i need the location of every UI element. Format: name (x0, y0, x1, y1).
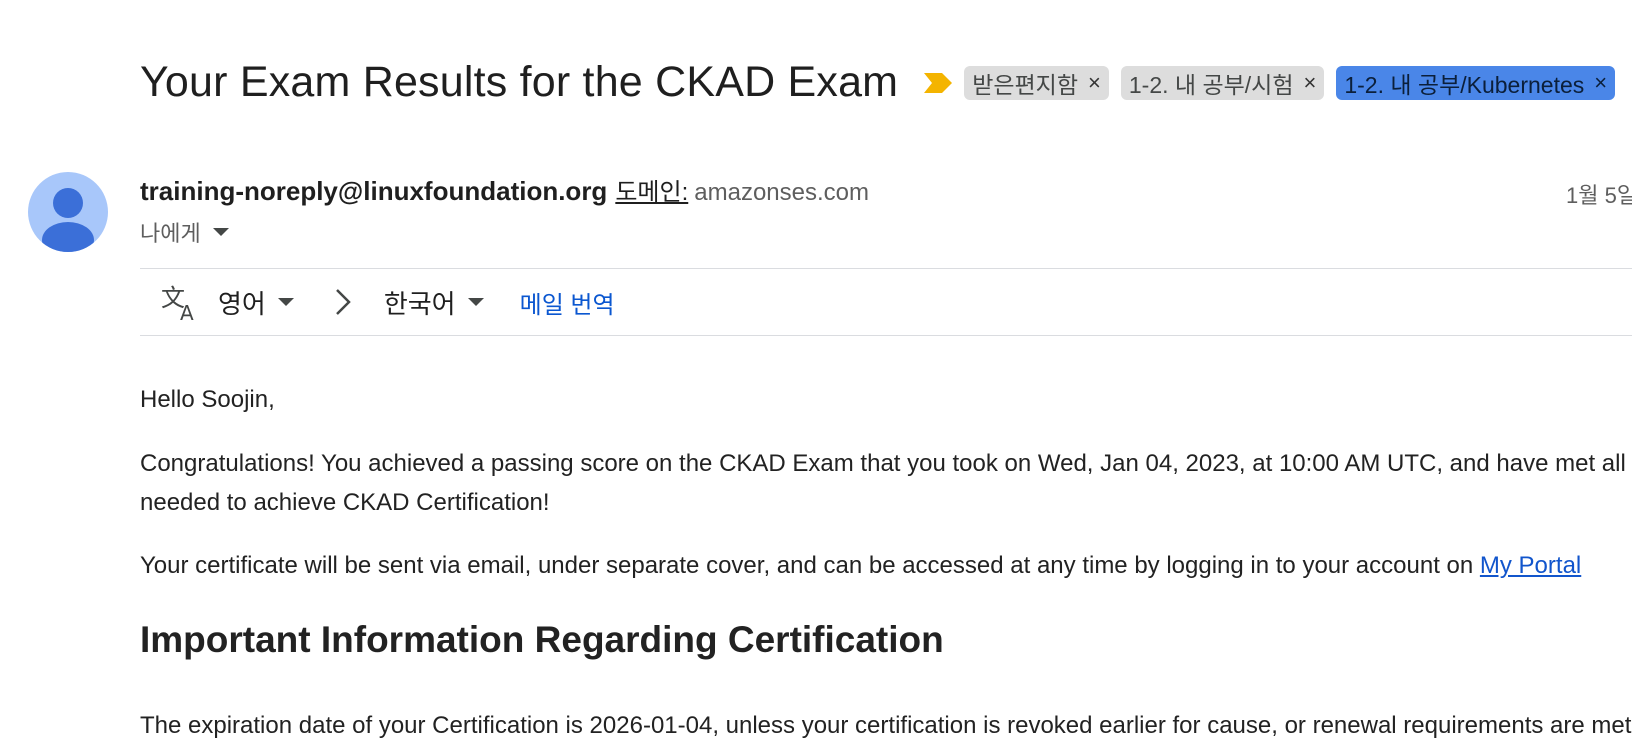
label-text: 1-2. 내 공부/시험 (1128, 71, 1294, 98)
label-chip-kubernetes[interactable]: 1-2. 내 공부/Kubernetes × (1336, 65, 1616, 100)
subject-row: Your Exam Results for the CKAD Exam 받은편지… (140, 58, 1616, 107)
chevron-down-icon (277, 298, 294, 306)
via-domain-label[interactable]: 도메인: (615, 172, 688, 207)
chevron-down-icon (467, 298, 484, 306)
chevron-right-icon (335, 289, 351, 315)
svg-text:A: A (180, 301, 194, 322)
my-portal-link[interactable]: My Portal (1480, 552, 1581, 579)
email-view: Your Exam Results for the CKAD Exam 받은편지… (0, 0, 1632, 754)
congrats-line-1: Congratulations! You achieved a passing … (140, 450, 1632, 477)
translate-message-button[interactable]: 메일 번역 (520, 285, 615, 320)
target-language-select[interactable]: 한국어 (384, 284, 484, 321)
label-text: 받은편지함 (972, 71, 1079, 98)
person-icon (42, 188, 94, 252)
label-chip-inbox[interactable]: 받은편지함 × (964, 65, 1109, 100)
recipient-details-toggle[interactable]: 나에게 (140, 216, 229, 248)
translate-bar: 文 A 영어 한국어 메일 번역 (140, 268, 1632, 336)
translate-icon: 文 A (161, 284, 194, 322)
chevron-down-icon (212, 228, 229, 236)
source-language-select[interactable]: 영어 (218, 284, 294, 321)
sender-email[interactable]: training-noreply@linuxfoundation.org (140, 176, 607, 207)
target-language-label: 한국어 (383, 288, 456, 319)
email-date: 1월 5일 (1566, 183, 1632, 208)
certificate-text: Your certificate will be sent via email,… (140, 552, 1480, 579)
label-text: 1-2. 내 공부/Kubernetes (1344, 71, 1585, 98)
sender-avatar[interactable] (28, 172, 108, 252)
via-domain: amazonses.com (694, 179, 869, 206)
certificate-paragraph: Your certificate will be sent via email,… (140, 546, 1581, 585)
expiration-paragraph: The expiration date of your Certificatio… (140, 712, 1632, 739)
source-language-label: 영어 (218, 288, 266, 319)
sender-row: training-noreply@linuxfoundation.org 도메인… (140, 172, 869, 207)
email-subject: Your Exam Results for the CKAD Exam (140, 58, 899, 106)
section-heading: Important Information Regarding Certific… (140, 619, 944, 660)
remove-label-icon[interactable]: × (1088, 70, 1101, 96)
recipient-label: 나에게 (140, 221, 201, 246)
remove-label-icon[interactable]: × (1303, 70, 1316, 96)
label-chip-exam[interactable]: 1-2. 내 공부/시험 × (1120, 65, 1325, 100)
greeting: Hello Soojin, (140, 386, 275, 413)
congrats-line-2: needed to achieve CKAD Certification! (140, 489, 550, 516)
importance-marker-icon[interactable] (924, 72, 953, 93)
remove-label-icon[interactable]: × (1594, 70, 1607, 96)
congrats-paragraph: Congratulations! You achieved a passing … (140, 444, 1632, 522)
